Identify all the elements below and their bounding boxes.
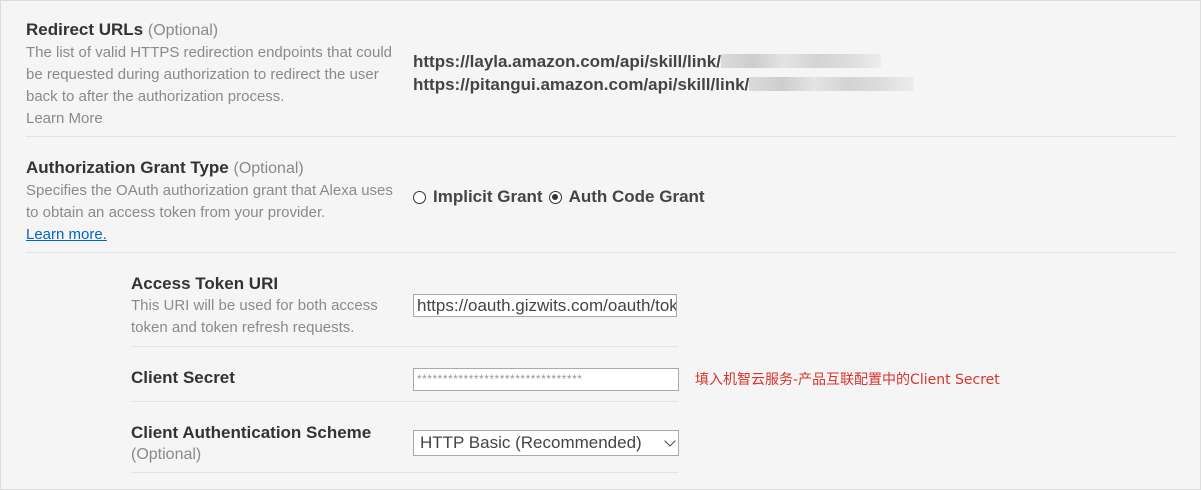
client-secret-section: Client Secret: [131, 367, 235, 389]
redirect-url-pitangui: https://pitangui.amazon.com/api/skill/li…: [413, 74, 915, 96]
chevron-down-icon: [664, 435, 676, 447]
grant-type-label: Authorization Grant Type: [26, 158, 229, 177]
auth-scheme-title: Client Authentication Scheme: [131, 423, 372, 442]
auth-code-grant-label[interactable]: Auth Code Grant: [569, 187, 705, 207]
redirect-urls-description: The list of valid HTTPS redirection endp…: [26, 44, 393, 105]
client-secret-input[interactable]: ********************************: [413, 368, 679, 391]
client-secret-title: Client Secret: [131, 368, 235, 387]
grant-type-optional: (Optional): [233, 160, 304, 177]
divider: [26, 252, 1176, 253]
auth-code-grant-radio[interactable]: [548, 190, 562, 204]
redirect-urls-title: Redirect URLs (Optional): [26, 19, 406, 42]
access-token-description: This URI will be used for both access to…: [131, 297, 378, 336]
auth-scheme-optional: (Optional): [131, 446, 202, 463]
redacted-blur: [749, 77, 915, 91]
redirect-url-layla: https://layla.amazon.com/api/skill/link/: [413, 51, 881, 73]
grant-type-description: Specifies the OAuth authorization grant …: [26, 182, 393, 221]
grant-type-radio-group: Implicit Grant Auth Code Grant: [413, 187, 711, 207]
redirect-urls-learn-more[interactable]: Learn More: [26, 108, 406, 130]
divider: [131, 401, 678, 402]
redirect-url-layla-text: https://layla.amazon.com/api/skill/link/: [413, 52, 721, 71]
redirect-urls-section: Redirect URLs (Optional) The list of val…: [26, 19, 406, 130]
grant-type-learn-more-link[interactable]: Learn more.: [26, 224, 401, 246]
grant-type-section: Authorization Grant Type (Optional) Spec…: [26, 157, 401, 246]
access-token-uri-input[interactable]: https://oauth.gizwits.com/oauth/token: [413, 294, 677, 317]
implicit-grant-radio[interactable]: [413, 190, 426, 204]
divider: [131, 472, 678, 473]
grant-type-title: Authorization Grant Type (Optional): [26, 157, 401, 180]
divider: [131, 346, 678, 347]
redirect-urls-optional: (Optional): [147, 22, 219, 39]
access-token-section: Access Token URI This URI will be used f…: [131, 273, 406, 339]
divider: [26, 136, 1176, 137]
auth-scheme-selected-value: HTTP Basic (Recommended): [420, 433, 642, 452]
redacted-blur: [720, 54, 881, 68]
access-token-title: Access Token URI: [131, 274, 279, 293]
auth-scheme-section: Client Authentication Scheme (Optional): [131, 422, 371, 466]
auth-scheme-select[interactable]: HTTP Basic (Recommended): [413, 430, 679, 456]
redirect-url-pitangui-text: https://pitangui.amazon.com/api/skill/li…: [413, 75, 750, 94]
implicit-grant-label[interactable]: Implicit Grant: [433, 187, 543, 207]
redirect-urls-label: Redirect URLs: [26, 20, 144, 39]
client-secret-note: 填入机智云服务-产品互联配置中的Client Secret: [695, 372, 1000, 388]
